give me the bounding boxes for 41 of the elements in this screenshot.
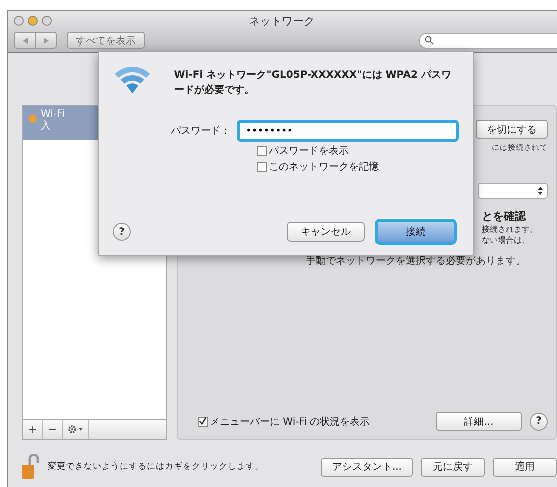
help-button[interactable]: ? <box>113 223 131 241</box>
assistant-button[interactable]: アシスタント... <box>321 458 413 476</box>
show-all-button[interactable]: すべてを表示 <box>67 32 145 49</box>
sheet-message: Wi-Fi ネットワーク"GL05P-XXXXXX"には WPA2 パスワードが必要です。 <box>174 69 452 98</box>
back-icon <box>22 38 28 44</box>
checkbox-label: パスワードを表示 <box>269 144 349 158</box>
confirm-text: 接続されます。 <box>482 224 539 235</box>
search-icon <box>425 36 434 45</box>
revert-button[interactable]: 元に戻す <box>421 458 485 476</box>
apply-button[interactable]: 適用 <box>493 458 557 476</box>
search-field[interactable] <box>419 32 557 48</box>
zoom-button[interactable] <box>42 16 52 26</box>
service-status: 入 <box>41 121 52 133</box>
checkbox[interactable] <box>257 146 267 156</box>
minimize-button[interactable] <box>28 16 38 26</box>
checkbox-label: メニューバーに Wi-Fi の状況を表示 <box>210 416 370 428</box>
padlock-icon <box>22 454 40 480</box>
confirm-text: ない場合は、 <box>482 235 531 246</box>
forward-icon <box>44 38 48 44</box>
advanced-button[interactable]: 詳細... <box>436 412 522 431</box>
checkbox-label: このネットワークを記憶 <box>269 160 379 174</box>
popup-arrows-icon <box>538 187 543 195</box>
confirm-text: 手動でネットワークを選択する必要があります。 <box>306 255 526 268</box>
service-name: Wi-Fi <box>41 109 65 120</box>
cancel-button[interactable]: キャンセル <box>287 222 365 242</box>
connect-button[interactable]: 接続 <box>375 219 457 245</box>
turn-off-button[interactable]: を切にする <box>476 120 548 139</box>
network-name-popup[interactable] <box>478 183 548 199</box>
help-button[interactable]: ? <box>530 412 548 430</box>
close-button[interactable] <box>14 16 24 26</box>
password-label: パスワード： <box>171 125 231 138</box>
lock-hint: 変更できないようにするにはカギをクリックします。 <box>48 461 264 473</box>
checkbox[interactable] <box>198 416 208 426</box>
add-button[interactable]: + <box>23 420 43 439</box>
window-title: ネットワーク <box>249 14 315 28</box>
remove-button[interactable]: − <box>43 420 63 439</box>
password-field[interactable]: •••••••• <box>237 120 459 142</box>
confirm-heading: とを確認 <box>482 209 528 224</box>
gear-icon <box>68 425 84 434</box>
back-forward-control[interactable] <box>14 32 57 49</box>
checkbox[interactable] <box>257 162 267 172</box>
